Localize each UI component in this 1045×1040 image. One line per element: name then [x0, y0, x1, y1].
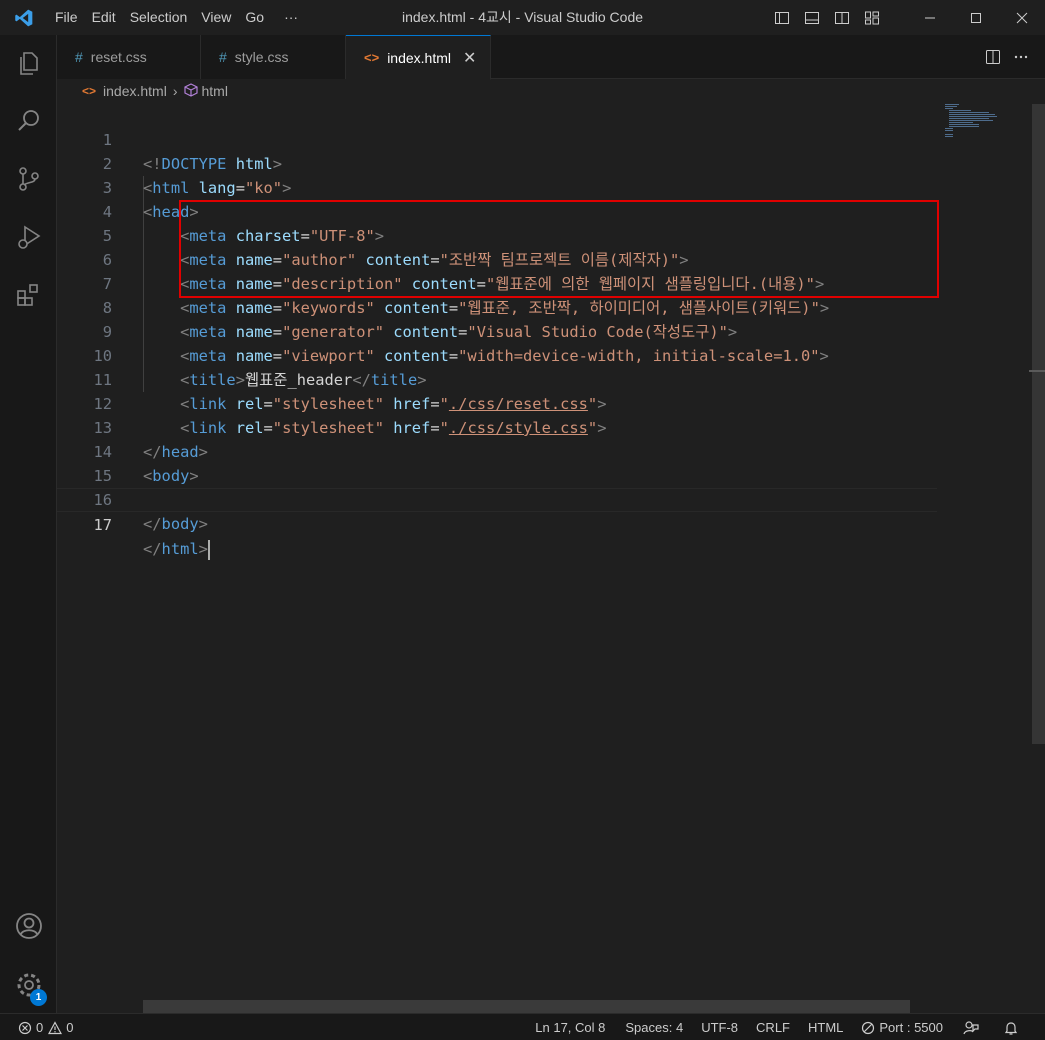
toggle-primary-sidebar-icon[interactable] [767, 0, 797, 35]
warning-count: 0 [66, 1020, 74, 1035]
scrollbar-cursor-marker [1029, 370, 1045, 372]
menu-more[interactable]: ··· [277, 0, 305, 35]
line-number: 17 [93, 516, 112, 534]
minimap[interactable] [945, 104, 1025, 144]
split-editor-icon[interactable] [979, 43, 1007, 71]
extensions-icon[interactable] [0, 271, 57, 319]
search-icon[interactable] [0, 97, 57, 145]
problems-status[interactable]: 0 0 [18, 1020, 81, 1035]
close-icon[interactable] [999, 0, 1045, 35]
notifications-bell-icon[interactable] [995, 1020, 1031, 1036]
live-server-port[interactable]: Port : 5500 [853, 1020, 951, 1035]
maximize-icon[interactable] [953, 0, 999, 35]
code-line-12: 12 <link rel="stylesheet" href="./css/st… [57, 368, 937, 437]
explorer-icon[interactable] [0, 39, 57, 87]
tab-label: reset.css [90, 49, 147, 65]
breadcrumb-file[interactable]: index.html [103, 83, 167, 99]
status-bar: 0 0 Ln 17, Col 8 Spaces: 4 UTF-8 CRLF HT… [0, 1013, 1045, 1040]
end-of-line[interactable]: CRLF [748, 1020, 798, 1035]
toggle-secondary-sidebar-icon[interactable] [827, 0, 857, 35]
source-control-icon[interactable] [0, 155, 57, 203]
run-debug-icon[interactable] [0, 213, 57, 261]
html-file-icon: <> [82, 84, 97, 98]
code-line-4: 4 <meta charset="UTF-8"> [57, 176, 937, 245]
code-line-10: 10 <title>웹표준_header</title> [57, 320, 937, 389]
accounts-icon[interactable] [0, 902, 57, 950]
menu-file[interactable]: File [48, 0, 85, 35]
manage-gear-icon[interactable]: 1 [0, 961, 57, 1009]
more-actions-icon[interactable] [1007, 43, 1035, 71]
code-line-11: 11 <link rel="stylesheet" href="./css/re… [57, 344, 937, 413]
vertical-scrollbar[interactable] [1032, 104, 1045, 744]
menu-selection[interactable]: Selection [123, 0, 195, 35]
encoding[interactable]: UTF-8 [693, 1020, 746, 1035]
circle-slash-icon [862, 1021, 875, 1034]
highlight-annotation-box [179, 200, 939, 298]
cursor-position[interactable]: Ln 17, Col 8 [527, 1020, 613, 1035]
code-line-1: 1 <!DOCTYPE html> [57, 104, 937, 173]
breadcrumb-symbol[interactable]: html [202, 83, 228, 99]
horizontal-scrollbar[interactable] [143, 1000, 910, 1013]
menu-view[interactable]: View [194, 0, 238, 35]
code-line-2: 2 <html lang="ko"> [57, 128, 937, 197]
tab-label: index.html [387, 49, 451, 66]
css-file-icon: # [219, 49, 227, 65]
menu-edit[interactable]: Edit [85, 0, 123, 35]
indentation[interactable]: Spaces: 4 [617, 1020, 691, 1035]
breadcrumb: <> index.html › html [57, 79, 1045, 103]
error-icon [18, 1021, 32, 1034]
code-line-15: 15 [57, 440, 937, 485]
tab-index-html[interactable]: <> index.html ✕ [346, 35, 491, 80]
vscode-logo-icon [0, 0, 48, 35]
warning-icon [48, 1020, 63, 1034]
menu-bar: File Edit Selection View Go ··· [48, 0, 305, 35]
chevron-right-icon: › [172, 83, 178, 99]
tab-close-icon[interactable]: ✕ [463, 48, 476, 68]
code-line-17: 17 </html> [57, 488, 937, 560]
toggle-panel-icon[interactable] [797, 0, 827, 35]
port-label: Port : 5500 [879, 1020, 943, 1035]
text-cursor [207, 539, 210, 560]
symbol-element-icon [183, 82, 198, 100]
menu-go[interactable]: Go [238, 0, 271, 35]
code-line-9: 9 <meta name="viewport" content="width=d… [57, 296, 937, 365]
tab-style-css[interactable]: # style.css [201, 35, 346, 79]
code-line-14: 14 <body> [57, 416, 937, 485]
code-line-13: 13 </head> [57, 392, 937, 461]
css-file-icon: # [75, 49, 83, 65]
tab-label: style.css [234, 49, 289, 65]
language-mode[interactable]: HTML [800, 1020, 851, 1035]
error-count: 0 [36, 1020, 44, 1035]
tab-reset-css[interactable]: # reset.css [57, 35, 201, 79]
activity-bar: 1 [0, 35, 57, 1013]
title-bar: File Edit Selection View Go ··· index.ht… [0, 0, 1045, 35]
html-file-icon: <> [364, 50, 380, 65]
code-line-16: 16 </body> [57, 464, 937, 533]
feedback-icon[interactable] [955, 1020, 991, 1036]
minimize-icon[interactable] [907, 0, 953, 35]
code-line-3: 3 <head> [57, 152, 937, 221]
customize-layout-icon[interactable] [857, 0, 887, 35]
manage-badge: 1 [30, 989, 47, 1006]
tab-bar: # reset.css # style.css <> index.html ✕ [57, 35, 1045, 80]
